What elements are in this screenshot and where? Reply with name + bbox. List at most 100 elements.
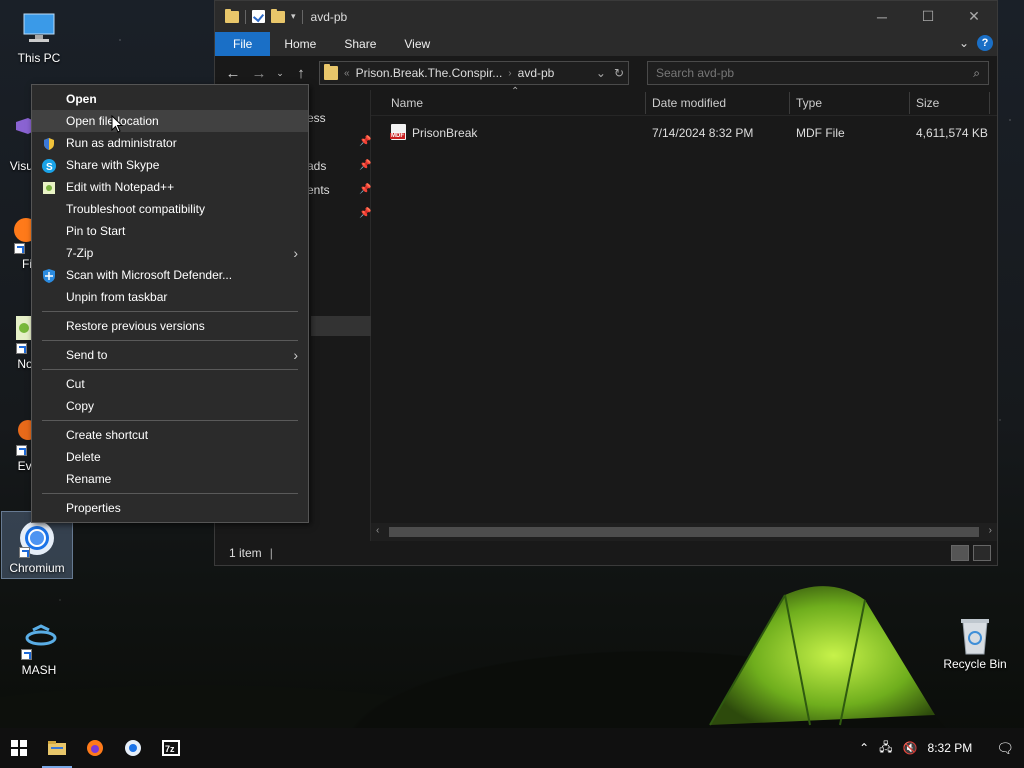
menu-separator — [42, 493, 298, 494]
file-row[interactable]: PrisonBreak 7/14/2024 8:32 PM MDF File 4… — [371, 123, 997, 143]
tab-view[interactable]: View — [390, 32, 444, 56]
taskbar-firefox[interactable] — [76, 728, 114, 768]
wallpaper-tent — [709, 586, 935, 726]
menu-item-open[interactable]: Open — [32, 88, 308, 110]
menu-item-edit-with-notepad-plus-plus[interactable]: Edit with Notepad++ — [32, 176, 308, 198]
volume-muted-icon[interactable]: 🔇 — [903, 741, 918, 755]
scroll-thumb[interactable] — [389, 527, 979, 537]
search-input[interactable]: Search avd-pb ⌕ — [647, 61, 989, 85]
refresh-icon[interactable]: ↻ — [614, 66, 624, 80]
chevron-down-icon[interactable]: ▾ — [291, 11, 296, 22]
address-dropdown-icon[interactable]: ⌄ — [596, 66, 606, 80]
help-icon[interactable]: ? — [977, 35, 993, 51]
breadcrumb-parent[interactable]: Prison.Break.The.Conspir... — [356, 66, 503, 80]
file-list[interactable]: Name ⌃ Date modified Type Size PrisonBre… — [371, 86, 997, 541]
large-icons-view-icon[interactable] — [973, 545, 991, 561]
status-bar: 1 item | — [215, 541, 997, 565]
menu-item-label: Pin to Start — [66, 224, 126, 238]
forward-button[interactable]: → — [249, 63, 269, 83]
menu-item-share-with-skype[interactable]: S Share with Skype — [32, 154, 308, 176]
show-hidden-icons-icon[interactable]: ⌃ — [859, 741, 869, 755]
context-menu[interactable]: Open Open file location Run as administr… — [31, 84, 309, 523]
scroll-left-icon[interactable]: ‹ — [376, 525, 379, 536]
shortcut-arrow-icon — [21, 649, 32, 660]
up-button[interactable]: ↑ — [291, 63, 311, 83]
column-size[interactable]: Size — [916, 96, 939, 110]
svg-text:7z: 7z — [165, 744, 175, 754]
taskbar-file-explorer[interactable] — [38, 728, 76, 768]
menu-item-cut[interactable]: Cut — [32, 373, 308, 395]
column-name[interactable]: Name — [391, 96, 423, 110]
maximize-button[interactable]: ☐ — [905, 1, 951, 32]
taskbar-chromium[interactable] — [114, 728, 152, 768]
breadcrumb-current[interactable]: avd-pb — [518, 66, 555, 80]
desktop-icon-label: Chromium — [9, 561, 65, 575]
properties-icon[interactable] — [252, 10, 265, 23]
title-bar[interactable]: ▾ avd-pb ─ ☐ ✕ — [215, 1, 997, 32]
menu-item-create-shortcut[interactable]: Create shortcut — [32, 424, 308, 446]
new-folder-icon[interactable] — [271, 8, 285, 23]
desktop-icon-recycle-bin[interactable]: Recycle Bin — [940, 614, 1010, 671]
desktop-icon-this-pc[interactable]: This PC — [4, 8, 74, 65]
folder-icon — [225, 8, 239, 23]
menu-item-restore-previous-versions[interactable]: Restore previous versions — [32, 315, 308, 337]
menu-item-rename[interactable]: Rename — [32, 468, 308, 490]
column-type[interactable]: Type — [796, 96, 822, 110]
minimize-button[interactable]: ─ — [859, 1, 905, 32]
shortcut-arrow-icon — [19, 547, 30, 558]
back-button[interactable]: ← — [223, 63, 243, 83]
menu-item-run-as-administrator[interactable]: Run as administrator — [32, 132, 308, 154]
pin-icon: 📌 — [359, 160, 372, 171]
7-zip-icon: 7z — [162, 740, 180, 756]
defender-shield-icon — [42, 268, 56, 283]
shortcut-arrow-icon — [16, 343, 27, 354]
menu-item-properties[interactable]: Properties — [32, 497, 308, 519]
clock[interactable]: 8:32 PM — [928, 741, 973, 755]
tab-file[interactable]: File — [215, 32, 271, 56]
chromium-icon — [125, 740, 141, 756]
menu-item-unpin-from-taskbar[interactable]: Unpin from taskbar — [32, 286, 308, 308]
expand-ribbon-icon[interactable]: ⌄ — [959, 36, 969, 50]
menu-item-copy[interactable]: Copy — [32, 395, 308, 417]
search-placeholder: Search avd-pb — [656, 66, 735, 80]
file-name[interactable]: PrisonBreak — [412, 126, 477, 140]
taskbar-7-zip[interactable]: 7z — [152, 728, 190, 768]
menu-item-troubleshoot-compatibility[interactable]: Troubleshoot compatibility — [32, 198, 308, 220]
menu-separator — [42, 369, 298, 370]
recent-locations-icon[interactable]: ⌄ — [275, 63, 285, 83]
column-date-modified[interactable]: Date modified — [652, 96, 726, 110]
menu-separator — [42, 340, 298, 341]
close-button[interactable]: ✕ — [951, 1, 997, 32]
menu-item-open-file-location[interactable]: Open file location — [32, 110, 308, 132]
menu-item-send-to[interactable]: Send to › — [32, 344, 308, 366]
tab-home[interactable]: Home — [270, 32, 330, 56]
file-explorer-window[interactable]: ▾ avd-pb ─ ☐ ✕ File Home Share View ⌄ ? … — [214, 0, 998, 566]
firefox-icon — [87, 740, 103, 756]
desktop-icon-mash[interactable]: MASH — [4, 620, 74, 677]
nav-item-documents[interactable]: ents — [307, 183, 330, 197]
svg-text:S: S — [46, 162, 53, 173]
system-tray: ⌃ 🖧 🔇 8:32 PM 🗨 — [859, 728, 1024, 768]
menu-item-scan-with-defender[interactable]: Scan with Microsoft Defender... — [32, 264, 308, 286]
notifications-icon[interactable]: 🗨 — [996, 740, 1014, 757]
menu-item-7-zip[interactable]: 7-Zip › — [32, 242, 308, 264]
details-view-icon[interactable] — [951, 545, 969, 561]
desktop-icon-label: This PC — [17, 51, 61, 65]
taskbar: 7z ⌃ 🖧 🔇 8:32 PM 🗨 — [0, 728, 1024, 768]
address-bar[interactable]: « Prison.Break.The.Conspir... › avd-pb ⌄… — [319, 61, 629, 85]
start-button[interactable] — [0, 728, 38, 768]
network-icon[interactable]: 🖧 — [879, 738, 892, 759]
menu-item-delete[interactable]: Delete — [32, 446, 308, 468]
pin-icon: 📌 — [359, 136, 372, 147]
menu-item-pin-to-start[interactable]: Pin to Start — [32, 220, 308, 242]
menu-item-label: Copy — [66, 399, 95, 413]
nav-item-selected[interactable] — [311, 316, 371, 336]
menu-item-label: Restore previous versions — [66, 319, 205, 333]
horizontal-scrollbar[interactable]: ‹ › — [371, 523, 997, 541]
nav-item-downloads[interactable]: ads — [307, 159, 326, 173]
mash-icon — [19, 620, 59, 660]
scroll-right-icon[interactable]: › — [989, 525, 992, 536]
nav-item-quick-access[interactable]: ess — [307, 111, 326, 125]
menu-item-label: Open — [66, 92, 97, 106]
tab-share[interactable]: Share — [330, 32, 390, 56]
